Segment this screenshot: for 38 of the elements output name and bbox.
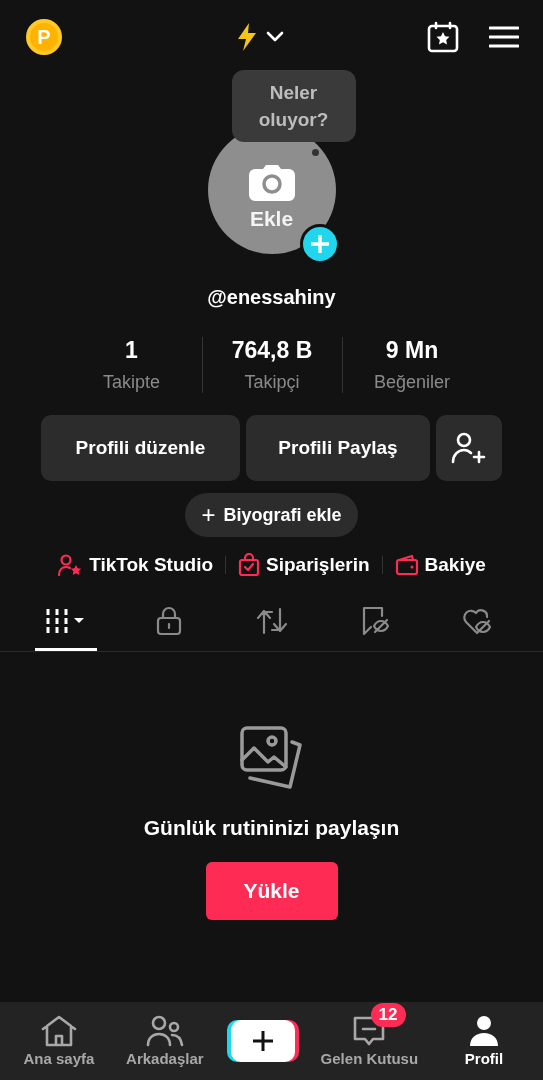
stat-value: 9 Mn — [385, 337, 439, 364]
lock-icon — [154, 605, 183, 636]
chevron-down-icon — [265, 31, 284, 43]
photos-icon — [239, 726, 304, 792]
person-plus-icon — [451, 432, 487, 464]
stat-label: Beğeniler — [373, 372, 451, 393]
stat-label: Takipte — [102, 372, 160, 393]
tooltip-dot — [311, 149, 319, 156]
wallet-icon — [394, 554, 419, 576]
username: @enessahiny — [206, 286, 337, 309]
profile-button[interactable]: Profili Paylaş — [246, 415, 430, 481]
add-friend-button[interactable] — [436, 415, 502, 481]
add-bio-button[interactable]: + Biyografi ekle — [185, 493, 358, 537]
camera-icon — [248, 165, 295, 201]
shortcut-link[interactable]: TikTok Studio — [45, 553, 226, 577]
tooltip[interactable]: Neler oluyor? — [231, 70, 356, 142]
add-label: Ekle — [249, 207, 294, 231]
count-badge: 12 — [370, 1003, 406, 1027]
stat-label: Takipçi — [244, 372, 300, 393]
upload-button[interactable]: Yükle — [205, 862, 338, 920]
plus-icon — [251, 1030, 274, 1052]
shortcut-link[interactable]: Siparişlerin — [226, 553, 382, 577]
nav-item[interactable]: Arkadaşlar — [124, 1015, 205, 1067]
profile-button[interactable]: Profili düzenle — [41, 415, 240, 481]
menu-icon[interactable] — [489, 25, 519, 49]
nav-item[interactable]: Ana sayfa — [18, 1015, 99, 1067]
stat-value: 764,8 B — [231, 337, 313, 364]
repeat-icon — [254, 605, 289, 636]
shopping-bag-icon — [238, 553, 261, 577]
lightning-icon — [235, 23, 258, 51]
stat-value: 1 — [125, 337, 138, 364]
home-icon — [40, 1015, 77, 1047]
nav-item[interactable]: Profil — [444, 1015, 524, 1067]
shortcut-link[interactable]: Bakiye — [382, 554, 498, 576]
people-icon — [145, 1015, 184, 1047]
plus-icon — [310, 235, 329, 253]
empty-message: Günlük rutininizi paylaşın — [143, 816, 400, 840]
person-icon — [469, 1015, 499, 1047]
